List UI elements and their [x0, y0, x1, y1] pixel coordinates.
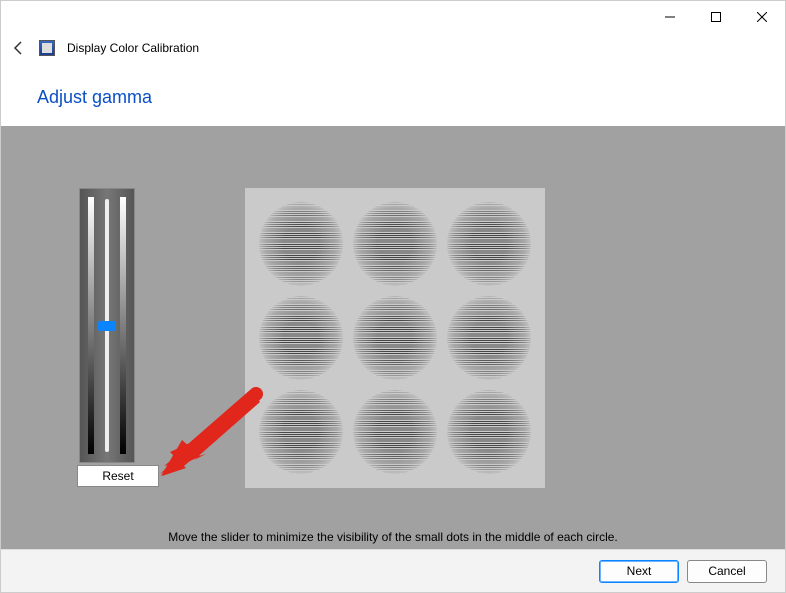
maximize-button[interactable] [693, 1, 739, 33]
gamma-dot [353, 296, 437, 380]
cancel-button[interactable]: Cancel [687, 560, 767, 583]
page-heading: Adjust gamma [37, 87, 749, 108]
instruction-text: Move the slider to minimize the visibili… [1, 530, 785, 544]
gradient-strip-right [120, 197, 126, 454]
app-title: Display Color Calibration [67, 41, 199, 55]
gamma-dot [447, 390, 531, 474]
close-button[interactable] [739, 1, 785, 33]
heading-section: Adjust gamma [1, 63, 785, 126]
content-area: Reset Move the slider to minimize the vi… [1, 126, 785, 558]
reset-button[interactable]: Reset [77, 465, 159, 487]
window-titlebar [1, 1, 785, 33]
gamma-dot [447, 296, 531, 380]
gamma-dot [259, 390, 343, 474]
gamma-dot [259, 296, 343, 380]
gamma-slider[interactable] [79, 188, 135, 463]
app-icon [39, 40, 55, 56]
back-button[interactable] [11, 40, 27, 56]
footer: Next Cancel [1, 549, 785, 592]
gamma-dot [447, 202, 531, 286]
minimize-button[interactable] [647, 1, 693, 33]
gamma-dot [353, 202, 437, 286]
gamma-dot [353, 390, 437, 474]
gamma-dot [259, 202, 343, 286]
gamma-preview [245, 188, 545, 488]
slider-thumb[interactable] [98, 321, 116, 331]
gradient-strip-left [88, 197, 94, 454]
next-button[interactable]: Next [599, 560, 679, 583]
header-row: Display Color Calibration [1, 33, 785, 63]
